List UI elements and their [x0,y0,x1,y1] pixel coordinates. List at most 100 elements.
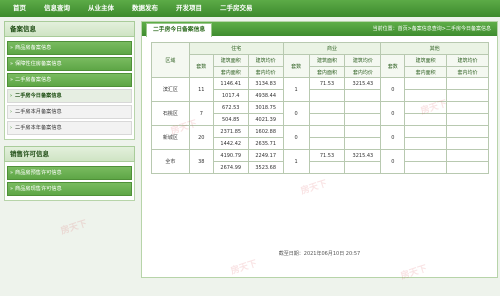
col-header-com-units: 套数 [282,54,310,78]
nav-second-hand[interactable]: 二手房交易 [211,0,262,17]
sidebar-item-label: 商品房预售许可信息 [15,170,62,176]
cell-oth-inner-price [446,137,489,150]
cell-com-units: 1 [282,77,310,102]
cell-oth-inner-price [446,161,489,174]
cell-com-price [344,125,382,138]
sidebar-group-filing: » 商品房备案信息 » 保障性住房备案信息 » 二手房备案信息 › 二手房今日备… [4,37,135,140]
col-header-residential: 住宅 [188,42,284,55]
sidebar-item-label: 二手房本年备案信息 [15,125,62,131]
cell-com-units: 0 [282,125,310,150]
col-header-oth-units: 套数 [380,54,406,78]
main-panel: 二手房今日备案信息 当前位置：首页>备案信息查询>二手房今日备案信息 区域 住宅… [141,21,498,278]
cell-district: 石桃区 [151,101,190,126]
chevron-right-icon: » [10,61,14,67]
breadcrumb[interactable]: 当前位置：首页>备案信息查询>二手房今日备案信息 [373,22,491,36]
nav-data-release[interactable]: 数据发布 [123,0,167,17]
cell-res-inner-area: 1017.4 [212,89,249,102]
cell-res-units: 11 [188,77,214,102]
sidebar-item-label: 商品房现售许可信息 [15,186,62,192]
cell-res-price: 1602.88 [247,125,284,138]
sidebar-item-today-filing[interactable]: › 二手房今日备案信息 [7,89,132,103]
table-row: 新城区 20 2371.85 1602.88 0 0 [151,125,489,150]
col-header-com-build-price: 建筑均价 [344,54,382,67]
cell-oth-inner-price [446,89,489,102]
cell-com-area: 71.53 [308,77,346,90]
cell-oth-price [446,77,489,90]
cell-res-inner-area: 1442.42 [212,137,249,150]
cell-oth-inner-area [404,89,448,102]
cell-com-price [344,101,382,114]
cell-oth-units: 0 [380,101,406,126]
cell-res-units: 20 [188,125,214,150]
filing-stats-table: 区域 住宅 商业 其他 套数 建筑面积 建筑均价 套数 建筑面积 建筑均价 套数… [151,42,489,174]
chevron-right-icon: › [10,109,12,115]
sidebar-item-label: 二手房本月备案信息 [15,109,62,115]
nav-info-query[interactable]: 信息查询 [35,0,79,17]
nav-home[interactable]: 首页 [0,0,35,17]
sidebar-section-title-permit: 销售许可信息 [4,146,135,162]
sidebar-item-label: 二手房今日备案信息 [15,93,62,99]
cell-com-area: 71.53 [308,149,346,162]
cell-res-inner-price: 2635.71 [247,137,284,150]
cell-district: 新城区 [151,125,190,150]
col-header-res-inner-area: 套内面积 [212,66,249,78]
nav-dev-projects[interactable]: 开发项目 [167,0,211,17]
sidebar-item-label: 二手房备案信息 [15,77,52,83]
cell-res-inner-area: 504.85 [212,113,249,126]
cell-oth-price [446,101,489,114]
cell-res-units: 38 [188,149,214,174]
cell-res-inner-price: 4021.39 [247,113,284,126]
col-header-oth-build-area: 建筑面积 [404,54,448,67]
col-header-district: 区域 [151,42,190,78]
chevron-right-icon: › [10,125,12,131]
cell-oth-inner-area [404,113,448,126]
cell-res-area: 1146.41 [212,77,249,90]
cell-oth-units: 0 [380,149,406,174]
chevron-right-icon: » [10,170,14,176]
cell-com-area [308,125,346,138]
cell-res-inner-area: 2674.99 [212,161,249,174]
cell-com-inner-area [308,89,346,102]
col-header-oth-inner-area: 套内面积 [404,66,448,78]
sidebar-item-label: 商品房备案信息 [15,45,52,51]
cell-district: 全市 [151,149,190,174]
col-header-res-units: 套数 [188,54,214,78]
col-header-com-build-area: 建筑面积 [308,54,346,67]
cell-res-area: 2371.85 [212,125,249,138]
cutoff-date: 截至日期：2021年06月10日 20:57 [278,251,361,257]
table-row-total: 全市 38 4190.79 2249.17 1 71.53 3215.43 0 [151,149,489,174]
cell-com-inner-price [344,89,382,102]
cell-res-inner-price: 4938.44 [247,89,284,102]
nav-practitioners[interactable]: 从业主体 [79,0,123,17]
col-header-res-build-area: 建筑面积 [212,54,249,67]
sidebar-item-current-sale-permit[interactable]: » 商品房现售许可信息 [7,182,132,196]
sidebar-item-presale-permit[interactable]: » 商品房预售许可信息 [7,166,132,180]
cell-com-price: 3215.43 [344,77,382,90]
chevron-right-icon: » [10,186,14,192]
cell-res-area: 672.53 [212,101,249,114]
cell-oth-area [404,77,448,90]
sidebar-item-commercial-filing[interactable]: » 商品房备案信息 [7,41,132,55]
cell-com-price: 3215.43 [344,149,382,162]
sidebar-item-second-hand-filing[interactable]: » 二手房备案信息 [7,73,132,87]
cell-com-units: 1 [282,149,310,174]
cell-res-inner-price: 3523.68 [247,161,284,174]
sidebar-item-affordable-filing[interactable]: » 保障性住房备案信息 [7,57,132,71]
col-header-com-inner-price: 套内均价 [344,66,382,78]
col-header-oth-build-price: 建筑均价 [446,54,489,67]
col-header-res-inner-price: 套内均价 [247,66,284,78]
cell-oth-area [404,101,448,114]
table-row: 滨汇区 11 1146.41 3134.83 1 71.53 3215.43 0 [151,77,489,102]
sidebar-item-month-filing[interactable]: › 二手房本月备案信息 [7,105,132,119]
cell-oth-inner-area [404,137,448,150]
cell-com-inner-area [308,161,346,174]
table-row: 石桃区 7 672.53 3018.75 0 0 [151,101,489,126]
sidebar-section-title-filing: 备案信息 [4,21,135,37]
col-header-other: 其他 [380,42,489,55]
chevron-right-icon: » [10,45,14,51]
col-header-com-inner-area: 套内面积 [308,66,346,78]
cell-district: 滨汇区 [151,77,190,102]
tab-today-filing[interactable]: 二手房今日备案信息 [146,23,213,37]
cell-com-inner-price [344,137,382,150]
sidebar-item-year-filing[interactable]: › 二手房本年备案信息 [7,121,132,135]
